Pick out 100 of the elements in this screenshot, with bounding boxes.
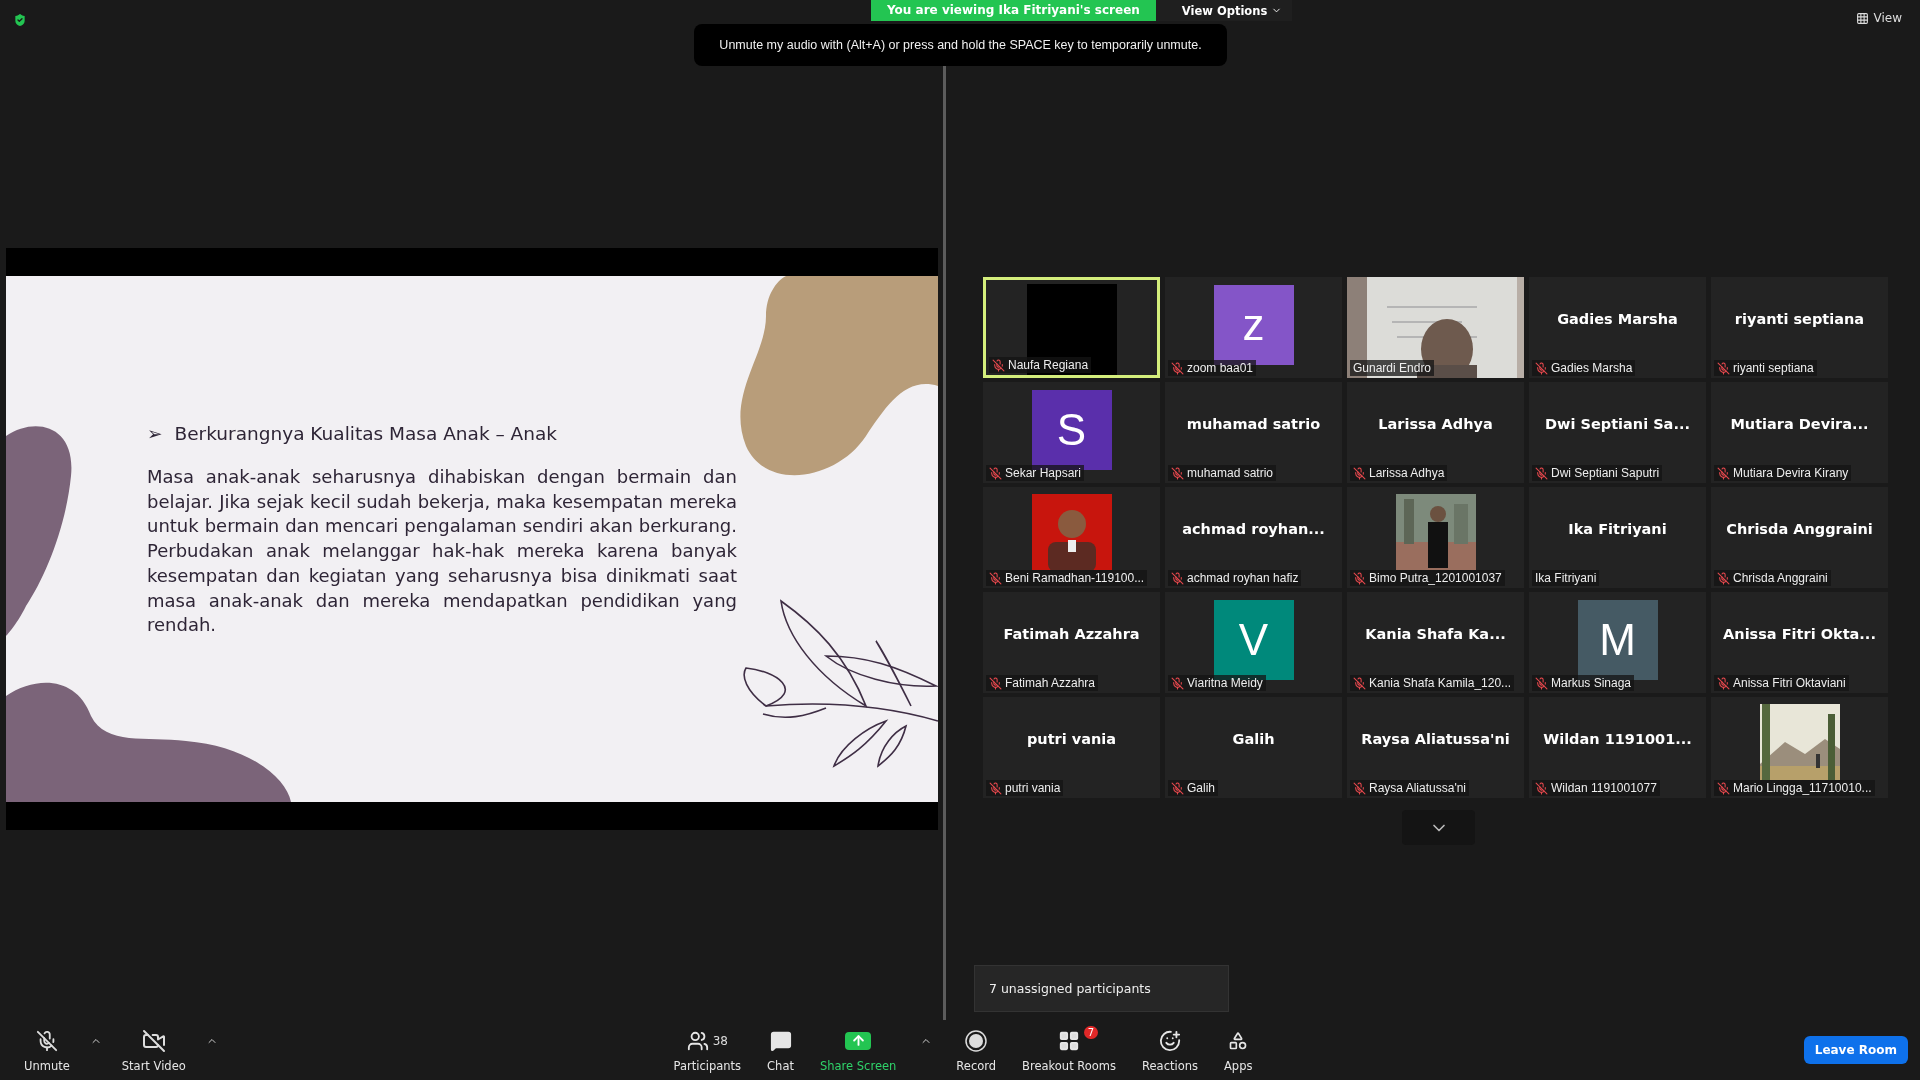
participant-tile[interactable]: Bimo Putra_1201001037 — [1347, 487, 1524, 588]
name-label: Sekar Hapsari — [986, 465, 1085, 481]
muted-mic-icon — [1171, 571, 1184, 585]
participant-tile[interactable]: Fatimah Azzahra Fatimah Azzahra — [983, 592, 1160, 693]
participant-tile[interactable]: Larissa Adhya Larissa Adhya — [1347, 382, 1524, 483]
view-options-button[interactable]: View Options — [1155, 0, 1293, 21]
participant-name: Ika Fitriyani — [1568, 520, 1667, 537]
participant-count: 38 — [712, 1033, 728, 1048]
participant-tile[interactable]: Mutiara Devira... Mutiara Devira Kirany — [1711, 382, 1888, 483]
participant-name: achmad royhan... — [1182, 520, 1325, 537]
participant-name: putri vania — [1026, 730, 1117, 747]
reactions-icon — [1159, 1029, 1181, 1052]
muted-mic-icon — [1535, 676, 1548, 690]
breakout-button[interactable]: 7 Breakout Rooms — [1016, 1027, 1123, 1073]
name-label: achmad royhan hafiz — [1168, 570, 1302, 586]
participant-name: Raysa Aliatussa'ni — [1361, 730, 1510, 747]
participant-tile[interactable]: muhamad satrio muhamad satrio — [1165, 382, 1342, 483]
participant-tile[interactable]: S Sekar Hapsari — [983, 382, 1160, 483]
share-screen-icon — [845, 1031, 872, 1050]
bullet-arrow: ➢ — [147, 423, 163, 444]
name-label: Galih — [1168, 780, 1218, 796]
participant-tile[interactable]: Ika Fitriyani Ika Fitriyani — [1529, 487, 1706, 588]
muted-mic-icon — [1171, 466, 1184, 480]
participant-tile[interactable]: Mario Lingga_11710010... — [1711, 697, 1888, 798]
name-label: Beni Ramadhan-119100... — [986, 570, 1148, 586]
participant-name: Galih — [1232, 730, 1275, 747]
chat-button[interactable]: Chat — [761, 1027, 800, 1073]
breakout-rooms-icon — [1058, 1029, 1081, 1052]
muted-mic-icon — [992, 358, 1005, 372]
participant-tile[interactable]: z zoom baa01 — [1165, 277, 1342, 378]
name-label: Gunardi Endro — [1350, 360, 1435, 376]
participant-name: muhamad satrio — [1186, 415, 1321, 432]
muted-mic-icon — [989, 676, 1002, 690]
participant-name: Gadies Marsha — [1557, 310, 1678, 327]
name-label: Mario Lingga_11710010... — [1714, 780, 1875, 796]
name-label: Wildan 1191001077 — [1532, 780, 1660, 796]
muted-mic-icon — [1717, 781, 1730, 795]
muted-mic-icon — [1171, 676, 1184, 690]
record-button[interactable]: Record — [950, 1027, 1003, 1073]
unassigned-popup: 7 unassigned participants — [974, 965, 1229, 1012]
apps-button[interactable]: Apps — [1218, 1027, 1259, 1073]
muted-mic-icon — [35, 1029, 58, 1052]
participant-tile[interactable]: Beni Ramadhan-119100... — [983, 487, 1160, 588]
participant-tile[interactable]: Chrisda Anggraini Chrisda Anggraini — [1711, 487, 1888, 588]
participants-icon — [686, 1029, 709, 1052]
video-off-icon — [141, 1028, 166, 1053]
chat-icon — [769, 1029, 792, 1052]
participant-name: Wildan 1191001... — [1543, 730, 1692, 747]
participant-tile[interactable]: putri vania putri vania — [983, 697, 1160, 798]
participant-tile[interactable]: Dwi Septiani Sa... Dwi Septiani Saputri — [1529, 382, 1706, 483]
muted-mic-icon — [1535, 781, 1548, 795]
leave-room-button[interactable]: Leave Room — [1803, 1036, 1908, 1064]
name-label: Chrisda Anggraini — [1714, 570, 1831, 586]
muted-mic-icon — [1353, 676, 1366, 690]
name-label: Raysa Aliatussa'ni — [1350, 780, 1469, 796]
muted-mic-icon — [1717, 676, 1730, 690]
unmute-button[interactable]: Unmute — [18, 1027, 76, 1073]
grid-icon — [1855, 11, 1869, 25]
share-button[interactable]: Share Screen — [813, 1027, 903, 1073]
reactions-button[interactable]: Reactions — [1136, 1027, 1204, 1073]
participants-button[interactable]: 38 Participants — [667, 1027, 748, 1073]
participant-tile[interactable]: V Viaritna Meidy — [1165, 592, 1342, 693]
muted-mic-icon — [1535, 361, 1548, 375]
muted-mic-icon — [1171, 361, 1184, 375]
participant-tile[interactable]: achmad royhan... achmad royhan hafiz — [1165, 487, 1342, 588]
muted-mic-icon — [1717, 361, 1730, 375]
participant-tile[interactable]: Gadies Marsha Gadies Marsha — [1529, 277, 1706, 378]
participant-name: Kania Shafa Ka... — [1365, 625, 1506, 642]
muted-mic-icon — [989, 781, 1002, 795]
name-label: Markus Sinaga — [1532, 675, 1635, 691]
participant-tile[interactable]: Anissa Fitri Okta... Anissa Fitri Oktaviani — [1711, 592, 1888, 693]
muted-mic-icon — [1717, 571, 1730, 585]
muted-mic-icon — [1353, 466, 1366, 480]
participant-tile[interactable]: Gunardi Endro — [1347, 277, 1524, 378]
name-label: muhamad satrio — [1168, 465, 1277, 481]
name-label: Dwi Septiani Saputri — [1532, 465, 1663, 481]
participant-tile[interactable]: riyanti septiana riyanti septiana — [1711, 277, 1888, 378]
participant-tile[interactable]: M Markus Sinaga — [1529, 592, 1706, 693]
name-label: Kania Shafa Kamila_120... — [1350, 675, 1515, 691]
participant-tile[interactable]: Raysa Aliatussa'ni Raysa Aliatussa'ni — [1347, 697, 1524, 798]
participant-tile[interactable]: Galih Galih — [1165, 697, 1342, 798]
record-icon — [965, 1029, 988, 1052]
participant-name: riyanti septiana — [1734, 310, 1865, 327]
participant-tile[interactable]: Wildan 1191001... Wildan 1191001077 — [1529, 697, 1706, 798]
name-label: Fatimah Azzahra — [986, 675, 1099, 691]
name-label: Larissa Adhya — [1350, 465, 1448, 481]
muted-mic-icon — [989, 571, 1002, 585]
unmute-tooltip: Unmute my audio with (Alt+A) or press and hold the SPACE key to temporarily unmute. — [694, 24, 1227, 66]
participant-name: Chrisda Anggraini — [1726, 520, 1873, 537]
name-label: Bimo Putra_1201001037 — [1350, 570, 1505, 586]
view-button[interactable]: View — [1849, 10, 1908, 26]
participant-tile[interactable]: Naufa Regiana — [983, 277, 1160, 378]
muted-mic-icon — [1717, 466, 1730, 480]
participant-tile[interactable]: Kania Shafa Ka... Kania Shafa Kamila_120... — [1347, 592, 1524, 693]
viewing-banner: You are viewing Ika Fitriyani's screen — [871, 0, 1156, 21]
name-label: riyanti septiana — [1714, 360, 1817, 376]
start-video-button[interactable]: Start Video — [115, 1027, 192, 1073]
participant-name: Larissa Adhya — [1378, 415, 1493, 432]
muted-mic-icon — [1353, 571, 1366, 585]
name-label: Anissa Fitri Oktaviani — [1714, 675, 1849, 691]
